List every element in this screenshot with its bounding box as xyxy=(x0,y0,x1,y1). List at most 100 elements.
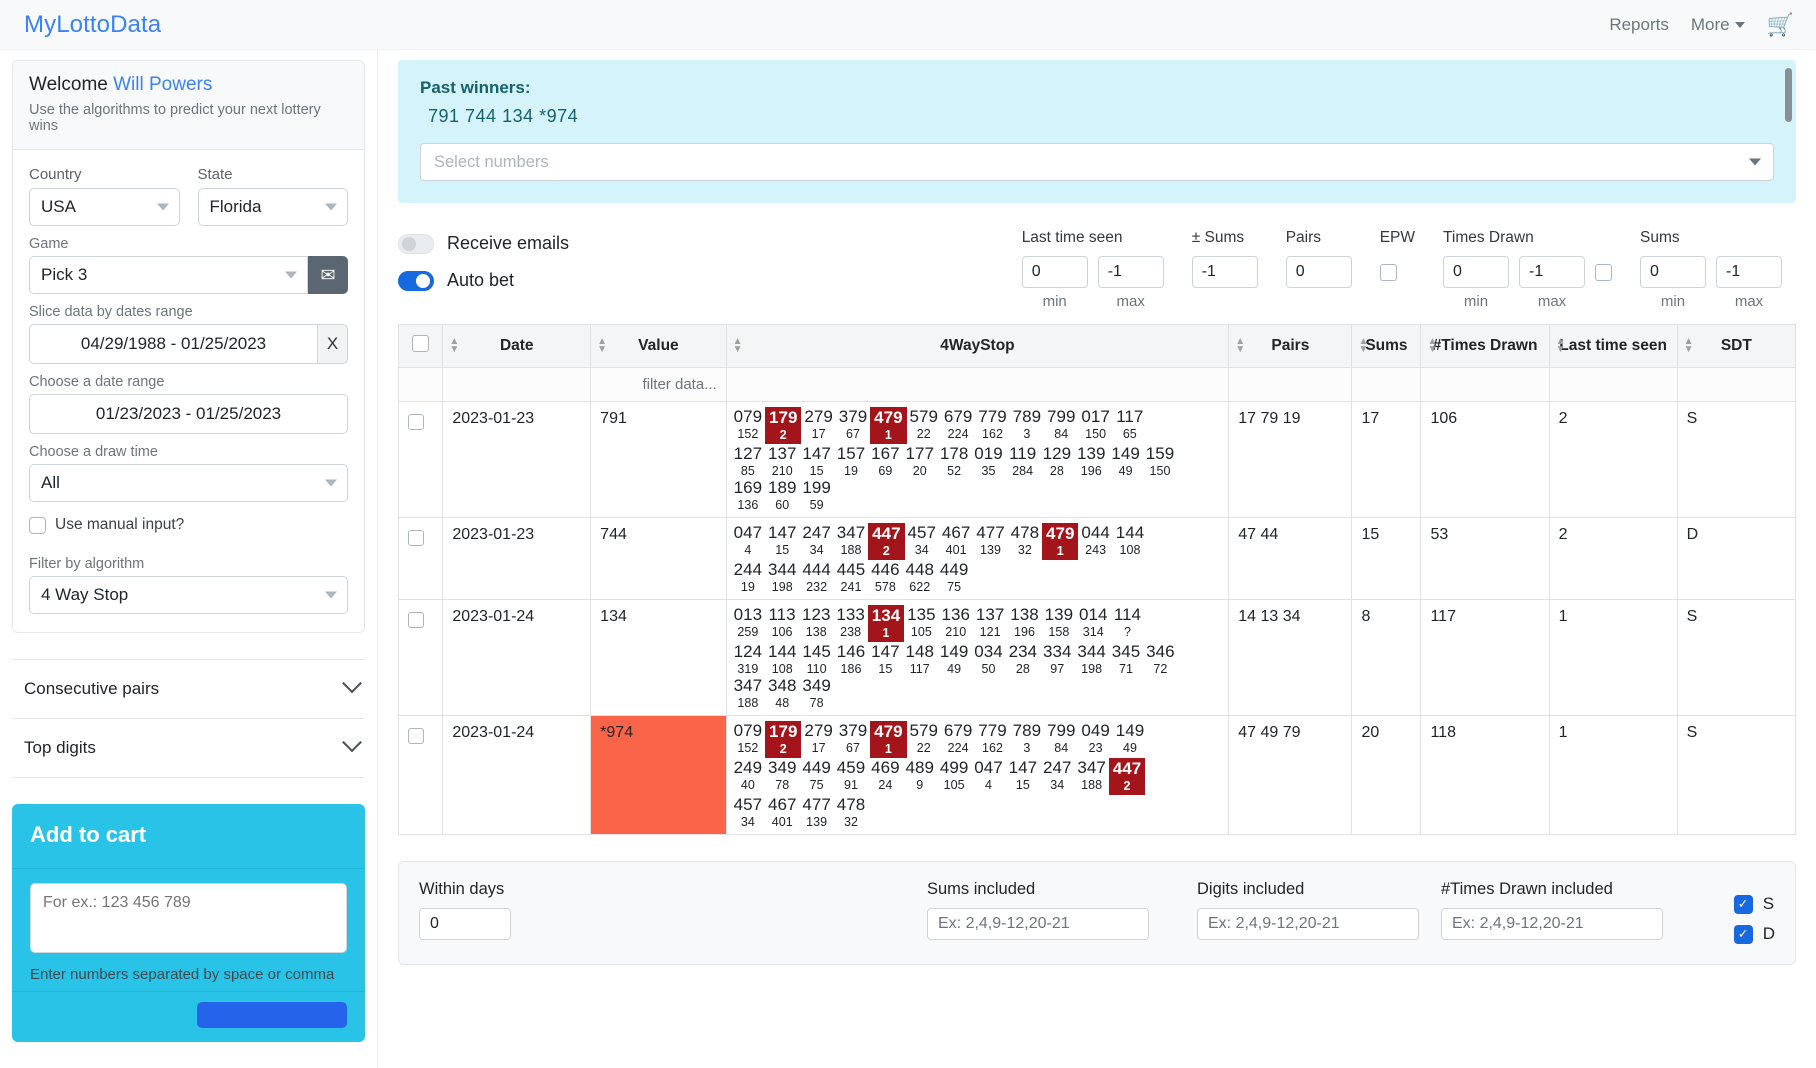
number-chip[interactable]: 789 3 xyxy=(1010,721,1044,758)
number-chip[interactable]: 114? xyxy=(1110,605,1144,642)
number-chip[interactable]: 145 110 xyxy=(799,642,833,676)
number-chip[interactable]: 445 241 xyxy=(834,560,868,594)
slice-date-input[interactable]: 04/29/1988 - 01/25/2023 xyxy=(29,324,318,364)
shopping-cart-icon[interactable]: 🛒 xyxy=(1767,13,1794,36)
manual-input-row[interactable]: Use manual input? xyxy=(29,516,348,534)
row-select-cell[interactable] xyxy=(397,401,444,518)
sort-icon[interactable]: ▲ ▼ xyxy=(1235,337,1245,355)
filter-cell[interactable] xyxy=(1420,367,1550,402)
number-chip[interactable]: 129 28 xyxy=(1040,444,1074,478)
column-header-4waystop[interactable]: ▲ ▼ 4WayStop xyxy=(725,324,1230,368)
number-chip[interactable]: 127 85 xyxy=(731,444,765,478)
number-chip[interactable]: 147 15 xyxy=(1006,758,1040,795)
filter-cell[interactable] xyxy=(442,367,592,402)
number-chip[interactable]: 049 23 xyxy=(1078,721,1112,758)
column-header-sdt[interactable]: ▲ ▼ SDT xyxy=(1676,324,1797,368)
times-drawn-max-input[interactable]: -1 xyxy=(1519,256,1585,288)
filter-cell[interactable] xyxy=(1228,367,1353,402)
nav-link-reports[interactable]: Reports xyxy=(1609,15,1669,35)
row-select-cell[interactable] xyxy=(397,517,444,600)
select-numbers-dropdown[interactable]: Select numbers xyxy=(420,143,1774,181)
epw-checkbox[interactable] xyxy=(1379,264,1397,281)
sort-icon[interactable]: ▲ ▼ xyxy=(1684,337,1694,355)
number-chip[interactable]: 459 91 xyxy=(834,758,868,795)
number-chip[interactable]: 799 84 xyxy=(1044,721,1078,758)
manual-input-checkbox[interactable] xyxy=(29,516,46,534)
sdt-checkbox-d[interactable]: ✓ xyxy=(1733,924,1753,944)
number-chip[interactable]: 457 34 xyxy=(905,523,939,560)
sort-icon[interactable]: ▲ ▼ xyxy=(733,337,743,355)
number-chip[interactable]: 347 188 xyxy=(1074,758,1108,795)
number-chip[interactable]: 079 152 xyxy=(731,721,765,758)
sort-icon[interactable]: ▲ ▼ xyxy=(449,337,459,355)
number-chip[interactable]: 247 34 xyxy=(799,523,833,560)
number-chip[interactable]: 144 108 xyxy=(765,642,799,676)
within-days-input[interactable]: 0 xyxy=(419,908,511,940)
column-header-last-time-seen[interactable]: ▲ ▼ Last time seen xyxy=(1548,324,1678,368)
number-chip[interactable]: 679 224 xyxy=(941,407,975,444)
column-header-pairs[interactable]: ▲ ▼ Pairs xyxy=(1228,324,1353,368)
number-chip[interactable]: 334 97 xyxy=(1040,642,1074,676)
number-chip[interactable]: 579 22 xyxy=(907,721,941,758)
number-chip[interactable]: 349 78 xyxy=(799,676,833,710)
nav-link-more[interactable]: More xyxy=(1691,15,1745,35)
number-chip[interactable]: 457 34 xyxy=(731,795,765,829)
row-checkbox[interactable] xyxy=(408,728,424,744)
game-select[interactable]: Pick 3 xyxy=(29,256,308,294)
filter-cell[interactable] xyxy=(1548,367,1678,402)
date-range-input[interactable]: 01/23/2023 - 01/25/2023 xyxy=(29,394,348,434)
number-chip[interactable]: 079 152 xyxy=(731,407,765,444)
number-chip[interactable]: 133 238 xyxy=(833,605,867,642)
number-chip[interactable]: 139 158 xyxy=(1042,605,1076,642)
number-chip[interactable]: 244 19 xyxy=(731,560,765,594)
column-header-times-drawn[interactable]: ▲ ▼ #Times Drawn xyxy=(1420,324,1550,368)
pairs-input[interactable]: 0 xyxy=(1285,256,1352,288)
number-chip[interactable]: 144 108 xyxy=(1113,523,1147,560)
select-all-checkbox[interactable] xyxy=(412,335,430,352)
number-chip[interactable]: 448 622 xyxy=(903,560,937,594)
number-chip[interactable]: 467 401 xyxy=(765,795,799,829)
times-drawn-min-input[interactable]: 0 xyxy=(1443,256,1509,288)
filter-cell[interactable] xyxy=(1676,367,1797,402)
number-chip[interactable]: 469 24 xyxy=(868,758,902,795)
number-chip[interactable]: 579 22 xyxy=(907,407,941,444)
times-drawn-included-input[interactable]: Ex: 2,4,9-12,20-21 xyxy=(1441,908,1663,940)
number-chip[interactable]: 449 75 xyxy=(799,758,833,795)
pm-sums-input[interactable]: -1 xyxy=(1191,256,1258,288)
number-chip[interactable]: 047 4 xyxy=(971,758,1005,795)
receive-emails-row[interactable]: Receive emails xyxy=(398,233,569,254)
last-time-seen-min-input[interactable]: 0 xyxy=(1021,256,1088,288)
number-chip[interactable]: 014 314 xyxy=(1076,605,1110,642)
filter-data-input[interactable]: filter data... xyxy=(590,367,727,402)
number-chip[interactable]: 499 105 xyxy=(937,758,971,795)
number-chip[interactable]: 346 72 xyxy=(1143,642,1177,676)
accordion-item-top-digits[interactable]: Top digits xyxy=(12,719,365,778)
number-chip[interactable]: 137 210 xyxy=(765,444,799,478)
number-chip[interactable]: 379 67 xyxy=(836,407,870,444)
brand-logo[interactable]: MyLottoData xyxy=(24,11,161,39)
number-chip[interactable]: 136 210 xyxy=(939,605,973,642)
number-chip[interactable]: 189 60 xyxy=(765,478,799,512)
number-chip[interactable]: 177 20 xyxy=(903,444,937,478)
scrollbar-thumb[interactable] xyxy=(1785,68,1792,122)
select-all-header[interactable] xyxy=(397,324,444,368)
row-checkbox[interactable] xyxy=(408,530,424,546)
number-chip[interactable]: 279 17 xyxy=(801,407,835,444)
auto-bet-toggle[interactable] xyxy=(398,270,434,291)
number-chip[interactable]: 799 84 xyxy=(1044,407,1078,444)
number-chip-highlighted[interactable]: 179 2 xyxy=(765,407,802,444)
accordion-item-consecutive-pairs[interactable]: Consecutive pairs xyxy=(12,659,365,719)
sort-icon[interactable]: ▲ ▼ xyxy=(1358,337,1368,355)
digits-included-input[interactable]: Ex: 2,4,9-12,20-21 xyxy=(1197,908,1419,940)
column-header-sums[interactable]: ▲ ▼ Sums xyxy=(1351,324,1422,368)
sort-icon[interactable]: ▲ ▼ xyxy=(1556,337,1566,355)
cart-numbers-input[interactable] xyxy=(30,883,347,953)
table-row[interactable]: 2023-01-24 134 013 259 113 106 123 138 133 238 134… xyxy=(397,599,1797,716)
table-row[interactable]: 2023-01-23 744 047 4 147 15 247 34 347 188 447 2 457… xyxy=(397,517,1797,600)
filter-cell[interactable] xyxy=(725,367,1230,402)
number-chip[interactable]: 123 138 xyxy=(799,605,833,642)
draw-time-select[interactable]: All xyxy=(29,464,348,502)
slice-date-clear-button[interactable]: X xyxy=(318,324,348,364)
number-chip[interactable]: 149 49 xyxy=(937,642,971,676)
number-chip-highlighted[interactable]: 179 2 xyxy=(765,721,802,758)
